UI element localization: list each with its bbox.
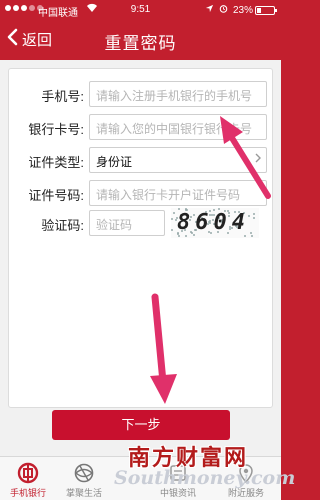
alarm-icon bbox=[219, 4, 228, 16]
bank-logo-icon bbox=[17, 462, 39, 484]
status-bar: 中国联通 9:51 23% bbox=[0, 0, 281, 20]
phone-row: 手机号: 请输入注册手机银行的手机号 bbox=[9, 81, 274, 107]
captcha-label: 验证码: bbox=[41, 218, 84, 233]
navigation-bar: 返回 重置密码 bbox=[0, 20, 281, 60]
phone-label: 手机号: bbox=[41, 89, 84, 104]
id-type-row: 证件类型: 身份证 bbox=[9, 147, 274, 173]
captcha-code: 8604 bbox=[177, 210, 250, 235]
tab-nearby[interactable]: 附近服务 bbox=[218, 457, 274, 500]
battery-icon bbox=[255, 6, 277, 15]
phone-input[interactable]: 请输入注册手机银行的手机号 bbox=[89, 81, 267, 107]
id-number-row: 证件号码: 请输入银行卡开户证件号码 bbox=[9, 180, 274, 206]
id-type-value: 身份证 bbox=[96, 155, 133, 169]
id-type-select[interactable]: 身份证 bbox=[89, 147, 267, 173]
tab-label: 掌聚生活 bbox=[65, 488, 102, 498]
globe-icon bbox=[73, 462, 95, 484]
reset-password-form: 手机号: 请输入注册手机银行的手机号 银行卡号: 请输入您的中国银行银行卡号 证… bbox=[8, 68, 273, 408]
id-number-label: 证件号码: bbox=[28, 188, 84, 203]
battery-percent: 23% bbox=[232, 4, 253, 16]
tab-label: 中银资讯 bbox=[159, 488, 196, 498]
location-arrow-icon bbox=[205, 4, 214, 16]
tab-label: 附近服务 bbox=[227, 488, 264, 498]
tab-label: 手机银行 bbox=[9, 488, 46, 498]
tab-life[interactable]: 掌聚生活 bbox=[56, 457, 112, 500]
location-icon bbox=[235, 462, 257, 484]
card-number-label: 银行卡号: bbox=[28, 122, 84, 137]
tab-news[interactable]: 中银资讯 bbox=[150, 457, 206, 500]
card-row: 银行卡号: 请输入您的中国银行银行卡号 bbox=[9, 114, 274, 140]
next-step-button[interactable]: 下一步 bbox=[52, 410, 230, 440]
news-icon bbox=[167, 462, 189, 484]
captcha-image[interactable]: 8604 bbox=[171, 208, 259, 238]
chevron-right-icon bbox=[254, 152, 262, 167]
id-number-input[interactable]: 请输入银行卡开户证件号码 bbox=[89, 180, 267, 206]
content-area: 手机号: 请输入注册手机银行的手机号 银行卡号: 请输入您的中国银行银行卡号 证… bbox=[0, 60, 281, 456]
captcha-input[interactable]: 验证码 bbox=[89, 210, 165, 236]
tab-mobile-banking[interactable]: 手机银行 bbox=[0, 457, 56, 500]
card-number-input[interactable]: 请输入您的中国银行银行卡号 bbox=[89, 114, 267, 140]
page-title: 重置密码 bbox=[104, 34, 177, 53]
captcha-row: 验证码: 验证码 8604 bbox=[9, 208, 274, 238]
id-type-label: 证件类型: bbox=[28, 155, 84, 170]
tab-bar: 手机银行 掌聚生活 中银资讯 附近服务 bbox=[0, 456, 281, 500]
